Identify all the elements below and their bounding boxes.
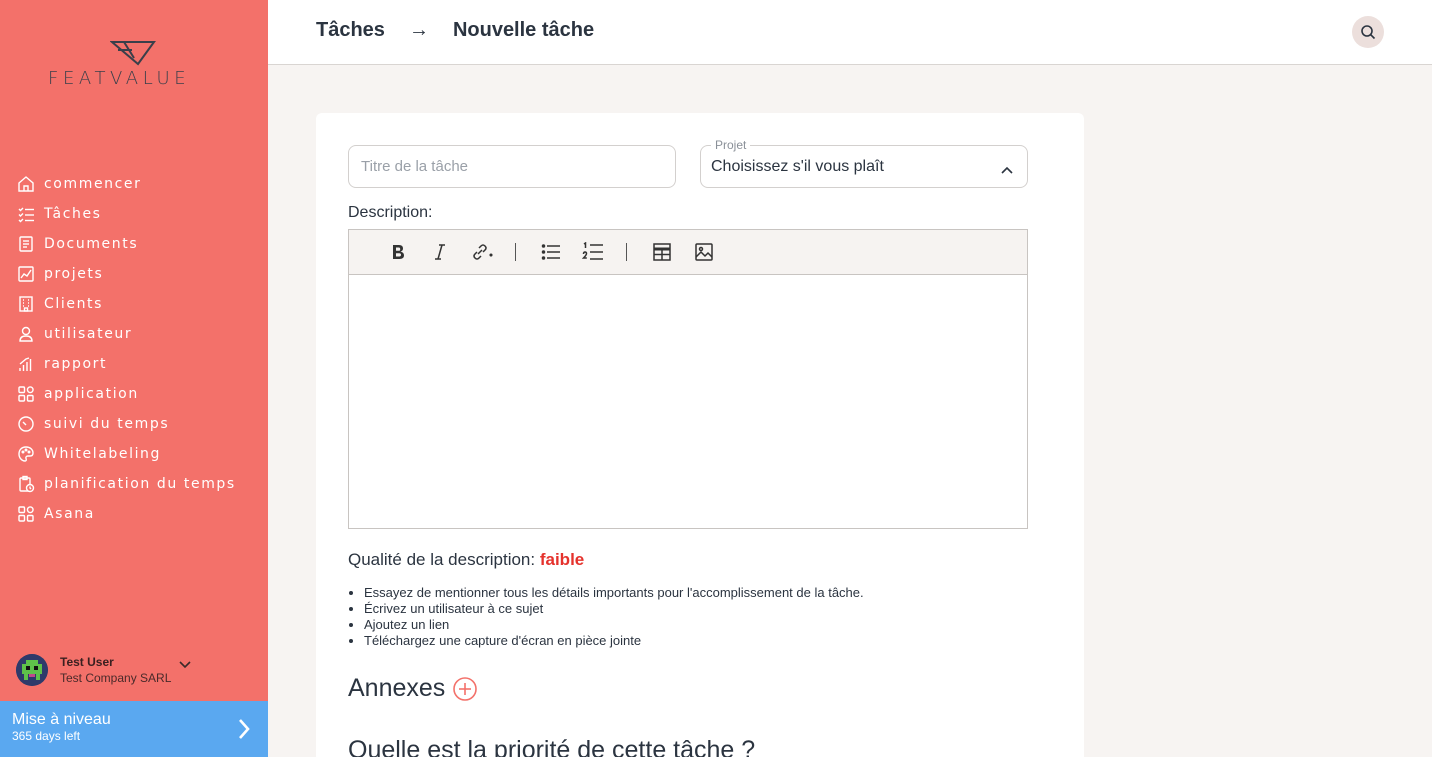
user-icon	[16, 324, 36, 344]
user-menu[interactable]: Test User Test Company SARL	[16, 651, 256, 689]
upgrade-days-left: 365 days left	[12, 729, 81, 743]
description-quality-label: Qualité de la description:	[348, 550, 536, 569]
clipboard-clock-icon	[16, 474, 36, 494]
timer-icon	[16, 414, 36, 434]
chevron-right-icon	[238, 718, 250, 745]
chevron-up-icon	[1001, 161, 1013, 179]
apps-grid-icon	[16, 504, 36, 524]
italic-icon	[435, 244, 445, 260]
editor-toolbar	[349, 230, 1027, 275]
list-item: Essayez de mentionner tous les détails i…	[364, 585, 864, 601]
description-editor	[348, 229, 1028, 529]
sidebar-item-label: commencer	[44, 176, 142, 192]
sidebar-item-label: rapport	[44, 356, 108, 372]
sidebar: FEATVALUE commencer Tâches Documents pro…	[0, 0, 268, 757]
numbered-list-button[interactable]	[578, 237, 608, 267]
project-select-label: Projet	[711, 138, 751, 152]
image-icon	[695, 243, 713, 261]
brand-name: FEATVALUE	[48, 68, 191, 89]
page-title: Nouvelle tâche	[452, 19, 595, 41]
project-chart-icon	[16, 264, 36, 284]
toolbar-divider	[626, 243, 627, 261]
chevron-down-icon[interactable]	[179, 656, 191, 674]
checklist-icon	[16, 204, 36, 224]
sidebar-item-label: Whitelabeling	[44, 446, 162, 462]
search-icon	[1361, 25, 1376, 40]
link-button[interactable]	[467, 237, 497, 267]
sidebar-item-rapport[interactable]: rapport	[0, 349, 268, 379]
description-quality: Qualité de la description: faible	[348, 550, 584, 570]
italic-button[interactable]	[425, 237, 455, 267]
sidebar-item-documents[interactable]: Documents	[0, 229, 268, 259]
task-title-input[interactable]	[348, 145, 676, 188]
breadcrumb-arrow: →	[408, 19, 429, 41]
document-icon	[16, 234, 36, 254]
description-tips-list: Essayez de mentionner tous les détails i…	[364, 585, 864, 649]
sidebar-item-suivi-du-temps[interactable]: suivi du temps	[0, 409, 268, 439]
sidebar-item-label: Asana	[44, 506, 95, 522]
top-header: Tâches → Nouvelle tâche	[268, 0, 1432, 65]
upgrade-title: Mise à niveau	[12, 711, 111, 728]
apps-grid-icon	[16, 384, 36, 404]
priority-title: Quelle est la priorité de cette tâche ?	[348, 736, 756, 757]
bold-icon	[393, 245, 404, 259]
sidebar-item-utilisateur[interactable]: utilisateur	[0, 319, 268, 349]
upgrade-button[interactable]: Mise à niveau 365 days left	[0, 701, 268, 757]
sidebar-item-label: utilisateur	[44, 326, 133, 342]
link-icon	[473, 244, 493, 260]
avatar-alien-icon	[16, 654, 48, 686]
bold-button[interactable]	[383, 237, 413, 267]
list-item: Ajoutez un lien	[364, 617, 864, 633]
project-select-value: Choisissez s'il vous plaît	[711, 158, 884, 175]
sidebar-item-asana[interactable]: Asana	[0, 499, 268, 529]
sidebar-item-label: Tâches	[44, 206, 102, 222]
building-icon	[16, 294, 36, 314]
description-textarea[interactable]	[349, 275, 1027, 528]
user-company: Test Company SARL	[60, 671, 172, 685]
sidebar-nav: commencer Tâches Documents projets Clien…	[0, 169, 268, 529]
breadcrumb: Tâches → Nouvelle tâche	[316, 19, 594, 42]
home-icon	[16, 174, 36, 194]
list-item: Téléchargez une capture d'écran en pièce…	[364, 633, 864, 649]
logo-mark-icon	[110, 41, 156, 66]
numbered-list-icon	[582, 242, 603, 260]
search-button[interactable]	[1352, 16, 1384, 48]
list-item: Écrivez un utilisateur à ce sujet	[364, 601, 864, 617]
insert-image-button[interactable]	[689, 237, 719, 267]
annexes-section: Annexes	[348, 674, 478, 703]
sidebar-item-label: Clients	[44, 296, 104, 312]
sidebar-item-planification-du-temps[interactable]: planification du temps	[0, 469, 268, 499]
sidebar-item-application[interactable]: application	[0, 379, 268, 409]
breadcrumb-parent-link[interactable]: Tâches	[316, 19, 385, 42]
bullet-list-icon	[541, 244, 560, 260]
sidebar-item-label: projets	[44, 266, 104, 282]
sidebar-item-label: Documents	[44, 236, 139, 252]
user-info: Test User Test Company SARL	[60, 654, 171, 686]
annexes-title: Annexes	[348, 674, 446, 702]
avatar	[16, 654, 48, 686]
sidebar-item-whitelabeling[interactable]: Whitelabeling	[0, 439, 268, 469]
bullet-list-button[interactable]	[536, 237, 566, 267]
sidebar-item-clients[interactable]: Clients	[0, 289, 268, 319]
description-label: Description:	[348, 204, 433, 221]
sidebar-item-label: planification du temps	[44, 476, 236, 492]
sidebar-item-commencer[interactable]: commencer	[0, 169, 268, 199]
add-annex-icon[interactable]	[453, 676, 478, 701]
description-quality-value: faible	[539, 550, 585, 569]
palette-icon	[16, 444, 36, 464]
sidebar-item-projets[interactable]: projets	[0, 259, 268, 289]
table-icon	[653, 243, 671, 261]
sidebar-item-label: application	[44, 386, 139, 402]
brand-logo[interactable]: FEATVALUE	[48, 40, 220, 90]
sidebar-item-taches[interactable]: Tâches	[0, 199, 268, 229]
insert-table-button[interactable]	[647, 237, 677, 267]
report-bars-icon	[16, 354, 36, 374]
sidebar-item-label: suivi du temps	[44, 416, 170, 432]
toolbar-divider	[515, 243, 516, 261]
task-form-card: Projet Choisissez s'il vous plaît Descri…	[316, 113, 1084, 757]
user-name: Test User	[60, 655, 114, 669]
project-select[interactable]: Projet Choisissez s'il vous plaît	[700, 138, 1028, 188]
